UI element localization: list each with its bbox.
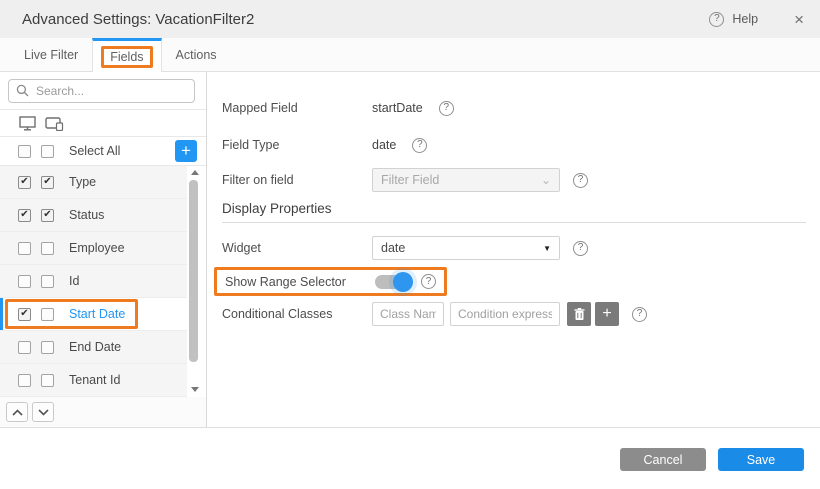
help-link[interactable]: Help xyxy=(732,12,758,26)
selected-row-indicator xyxy=(0,298,3,330)
field-type-row: Field Type date ? xyxy=(222,137,806,153)
add-field-button[interactable]: + xyxy=(175,140,197,162)
conditional-classes-label: Conditional Classes xyxy=(222,307,372,321)
close-icon[interactable]: × xyxy=(794,11,804,28)
field-row-end-date[interactable]: End Date xyxy=(0,331,187,364)
title-bar: Advanced Settings: VacationFilter2 ? Hel… xyxy=(0,0,820,38)
search-input[interactable] xyxy=(8,79,195,103)
condition-expression-input[interactable] xyxy=(450,302,560,326)
mobile-checkbox[interactable] xyxy=(41,176,54,189)
field-row-id[interactable]: Id xyxy=(0,265,187,298)
field-settings-panel: Mapped Field startDate ? Field Type date… xyxy=(207,72,820,427)
mobile-checkbox[interactable] xyxy=(41,209,54,222)
tab-live-filter[interactable]: Live Filter xyxy=(10,38,92,71)
conditional-classes-row: Conditional Classes + ? xyxy=(222,301,806,327)
select-all-desktop-checkbox[interactable] xyxy=(18,145,31,158)
dropdown-arrow-icon: ▼ xyxy=(543,244,551,253)
toggle-knob xyxy=(393,272,413,292)
mobile-device-icon[interactable] xyxy=(45,116,64,131)
tab-fields[interactable]: Fields xyxy=(92,38,161,72)
show-range-selector-label: Show Range Selector xyxy=(225,275,375,289)
help-icon[interactable]: ? xyxy=(709,12,724,27)
desktop-device-icon[interactable] xyxy=(19,116,36,131)
help-icon[interactable]: ? xyxy=(573,173,588,188)
mapped-field-row: Mapped Field startDate ? xyxy=(222,100,806,116)
field-type-value: date xyxy=(372,138,396,152)
fields-sidebar: Select All + Type Status Employee Id Sta… xyxy=(0,72,207,427)
filter-field-placeholder: Filter Field xyxy=(381,173,439,187)
show-range-selector-annotation: Show Range Selector ? xyxy=(214,267,447,296)
dialog-title: Advanced Settings: VacationFilter2 xyxy=(22,11,254,28)
device-toggle-row xyxy=(0,110,206,137)
field-row-tenant-id[interactable]: Tenant Id xyxy=(0,364,187,397)
cancel-button[interactable]: Cancel xyxy=(620,448,706,471)
move-up-button[interactable] xyxy=(6,402,28,422)
scrollbar-thumb[interactable] xyxy=(189,180,198,362)
add-condition-button[interactable]: + xyxy=(595,302,619,326)
filter-on-field-row: Filter on field Filter Field ⌄ ? xyxy=(222,167,806,193)
tab-bar: Live Filter Fields Actions xyxy=(0,38,820,72)
search-box xyxy=(0,72,206,110)
mapped-field-label: Mapped Field xyxy=(222,101,372,115)
field-row-status[interactable]: Status xyxy=(0,199,187,232)
move-down-button[interactable] xyxy=(32,402,54,422)
field-row-type[interactable]: Type xyxy=(0,166,187,199)
advanced-settings-dialog: Advanced Settings: VacationFilter2 ? Hel… xyxy=(0,0,820,489)
desktop-checkbox[interactable] xyxy=(18,308,31,321)
delete-condition-button[interactable] xyxy=(567,302,591,326)
field-list: Type Status Employee Id Start Date End D… xyxy=(0,166,206,397)
help-icon[interactable]: ? xyxy=(573,241,588,256)
chevron-down-icon: ⌄ xyxy=(541,174,551,186)
select-all-mobile-checkbox[interactable] xyxy=(41,145,54,158)
desktop-checkbox[interactable] xyxy=(18,209,31,222)
save-button[interactable]: Save xyxy=(718,448,804,471)
widget-label: Widget xyxy=(222,241,372,255)
desktop-checkbox[interactable] xyxy=(18,374,31,387)
sidebar-scrollbar[interactable] xyxy=(188,168,200,394)
widget-row: Widget date ▼ ? xyxy=(222,235,806,261)
widget-selected-value: date xyxy=(381,241,405,255)
desktop-checkbox[interactable] xyxy=(18,242,31,255)
trash-icon xyxy=(574,308,585,321)
mobile-checkbox[interactable] xyxy=(41,374,54,387)
filter-on-field-label: Filter on field xyxy=(222,173,372,187)
show-range-selector-toggle[interactable] xyxy=(375,275,409,289)
filter-field-dropdown: Filter Field ⌄ xyxy=(372,168,560,192)
select-all-row[interactable]: Select All + xyxy=(0,137,206,166)
search-icon xyxy=(16,84,29,97)
mobile-checkbox[interactable] xyxy=(41,341,54,354)
help-icon[interactable]: ? xyxy=(632,307,647,322)
help-icon[interactable]: ? xyxy=(421,274,436,289)
field-reorder-controls xyxy=(0,397,206,427)
select-all-label: Select All xyxy=(69,144,120,158)
display-properties-heading: Display Properties xyxy=(222,201,806,216)
desktop-checkbox[interactable] xyxy=(18,275,31,288)
help-icon[interactable]: ? xyxy=(412,138,427,153)
tab-actions[interactable]: Actions xyxy=(162,38,231,71)
field-type-label: Field Type xyxy=(222,138,372,152)
desktop-checkbox[interactable] xyxy=(18,176,31,189)
scroll-up-icon[interactable] xyxy=(191,170,199,175)
mobile-checkbox[interactable] xyxy=(41,242,54,255)
field-row-start-date[interactable]: Start Date xyxy=(0,298,187,331)
widget-select[interactable]: date ▼ xyxy=(372,236,560,260)
help-icon[interactable]: ? xyxy=(439,101,454,116)
mapped-field-value: startDate xyxy=(372,101,423,115)
field-row-employee[interactable]: Employee xyxy=(0,232,187,265)
dialog-footer: Cancel Save xyxy=(0,427,820,489)
mobile-checkbox[interactable] xyxy=(41,308,54,321)
class-name-input[interactable] xyxy=(372,302,444,326)
mobile-checkbox[interactable] xyxy=(41,275,54,288)
section-divider xyxy=(222,222,806,223)
desktop-checkbox[interactable] xyxy=(18,341,31,354)
scroll-down-icon[interactable] xyxy=(191,387,199,392)
